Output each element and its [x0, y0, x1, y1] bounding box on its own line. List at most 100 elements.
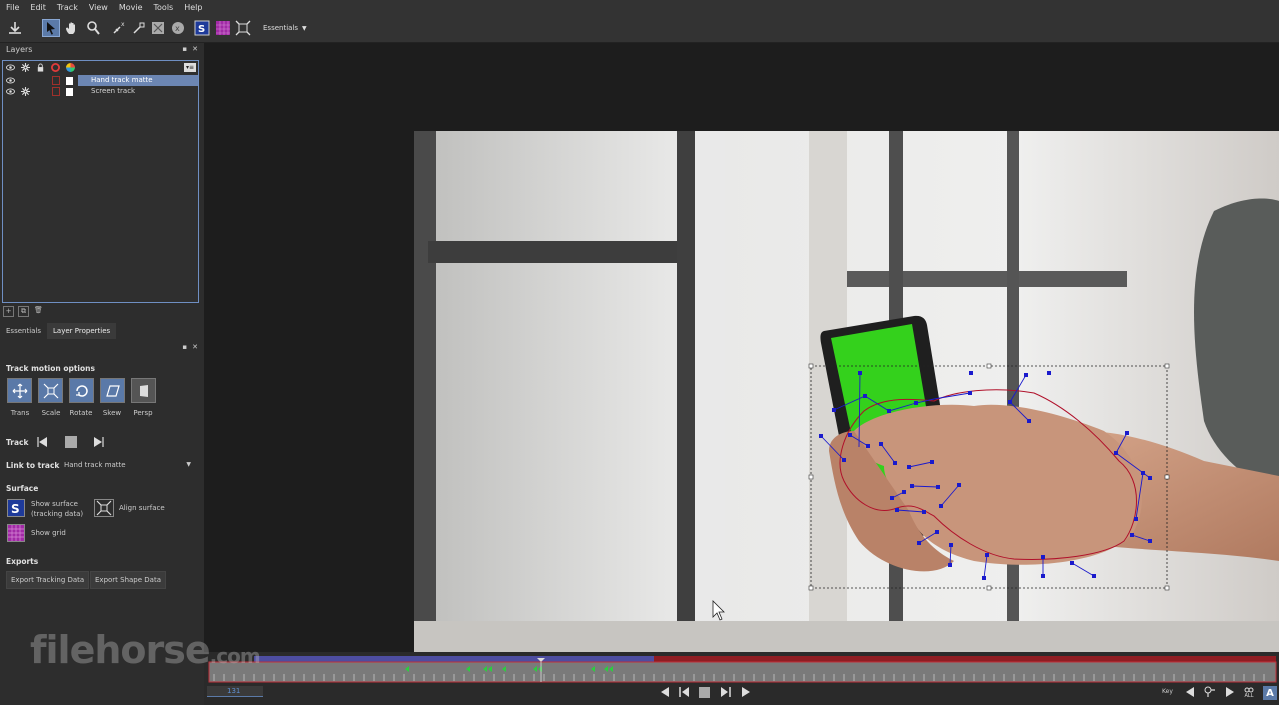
- step-forward-icon[interactable]: [720, 686, 732, 698]
- property-tabs: Essentials Layer Properties: [0, 323, 204, 339]
- all-keyframes-toggle[interactable]: ALL: [1243, 686, 1255, 700]
- x-spline-icon[interactable]: x: [169, 19, 187, 37]
- svg-text:S: S: [198, 24, 205, 35]
- link-to-track-value: Hand track matte: [64, 461, 126, 469]
- timeline-track[interactable]: [204, 654, 1279, 684]
- link-to-track-label: Link to track: [6, 461, 60, 470]
- eye-icon[interactable]: [6, 76, 15, 85]
- hand-icon[interactable]: [63, 19, 81, 37]
- viewer-canvas[interactable]: [204, 43, 1279, 652]
- timeline: 131 Key ALL A: [204, 652, 1279, 705]
- lock-icon[interactable]: [36, 63, 45, 72]
- menu-help[interactable]: Help: [184, 3, 202, 12]
- scale-label: Scale: [41, 409, 61, 417]
- workspace-dropdown[interactable]: Essentials ▼: [259, 21, 311, 35]
- layer-color-swatch[interactable]: [66, 87, 73, 96]
- tab-layer-properties[interactable]: Layer Properties: [47, 323, 117, 339]
- float-panel-icon[interactable]: ▪: [182, 45, 187, 53]
- step-back-icon[interactable]: [678, 686, 690, 698]
- duplicate-layer-icon[interactable]: ⧉: [18, 306, 29, 317]
- layer-color-swatch[interactable]: [66, 76, 73, 85]
- color-wheel-icon[interactable]: [66, 63, 75, 72]
- left-panel: Layers ▪ ✕ ▾≡ Hand track matte Screen tr…: [0, 43, 204, 705]
- stop-track-icon[interactable]: [65, 436, 77, 448]
- show-surface-line2: (tracking data): [31, 510, 84, 518]
- stop-icon[interactable]: [698, 686, 710, 698]
- tab-essentials[interactable]: Essentials: [0, 323, 47, 339]
- select-icon[interactable]: [42, 19, 60, 37]
- persp-button[interactable]: [131, 378, 156, 403]
- track-matte-icon[interactable]: [149, 19, 167, 37]
- float-panel-icon[interactable]: ▪: [182, 343, 187, 351]
- menu-movie[interactable]: Movie: [119, 3, 143, 12]
- show-grid-button[interactable]: [7, 524, 25, 542]
- close-icon[interactable]: ✕: [192, 45, 198, 53]
- gear-icon[interactable]: [21, 63, 30, 72]
- align-surface-icon[interactable]: [234, 19, 252, 37]
- show-surface-label: Show surface (tracking data): [31, 499, 83, 519]
- matte-swatch[interactable]: [52, 87, 60, 96]
- zoom-icon[interactable]: [84, 19, 102, 37]
- new-layer-icon[interactable]: +: [3, 306, 14, 317]
- watermark-logo: filehorse.com: [30, 628, 261, 672]
- save-icon[interactable]: [6, 19, 24, 37]
- scale-button[interactable]: [38, 378, 63, 403]
- show-surface-button[interactable]: S: [7, 499, 25, 517]
- chevron-down-icon: ▼: [186, 461, 191, 468]
- eye-icon[interactable]: [6, 87, 15, 96]
- skew-button[interactable]: [100, 378, 125, 403]
- gear-icon[interactable]: [21, 87, 30, 96]
- matte-swatch[interactable]: [52, 76, 60, 85]
- layer-row[interactable]: Screen track: [3, 86, 198, 97]
- menu-file[interactable]: File: [6, 3, 19, 12]
- play-icon[interactable]: [740, 686, 752, 698]
- translate-icon: [12, 383, 27, 398]
- align-surface-button[interactable]: [94, 499, 114, 517]
- grid-icon: [8, 525, 24, 541]
- svg-text:S: S: [11, 502, 20, 516]
- link-to-track-dropdown[interactable]: Hand track matte ▼: [61, 459, 194, 471]
- eye-icon[interactable]: [6, 63, 15, 72]
- align-surface-icon: [96, 500, 112, 516]
- export-tracking-data-button[interactable]: Export Tracking Data: [6, 571, 90, 589]
- layer-name: Hand track matte: [78, 75, 198, 86]
- layers-list: ▾≡ Hand track matte Screen track: [2, 60, 199, 303]
- surface-title: Surface: [6, 484, 39, 493]
- auto-key-toggle[interactable]: A: [1263, 686, 1277, 700]
- track-motion-title: Track motion options: [6, 364, 95, 373]
- rotate-label: Rotate: [69, 409, 93, 417]
- add-keyframe-icon[interactable]: [1204, 686, 1216, 698]
- persp-label: Persp: [133, 409, 153, 417]
- video-frame-image: [414, 131, 1279, 652]
- track-label: Track: [6, 438, 29, 447]
- menu-edit[interactable]: Edit: [30, 3, 46, 12]
- trans-button[interactable]: [7, 378, 32, 403]
- key-label: Key: [1162, 688, 1173, 695]
- track-backward-icon[interactable]: [37, 436, 49, 448]
- grid-icon[interactable]: [214, 19, 232, 37]
- delete-layer-icon[interactable]: 🗑: [33, 306, 44, 317]
- layer-menu-icon[interactable]: ▾≡: [184, 63, 196, 72]
- rotate-icon: [75, 384, 88, 397]
- menu-track[interactable]: Track: [57, 3, 78, 12]
- show-grid-label: Show grid: [31, 529, 66, 537]
- align-surface-label: Align surface: [119, 504, 165, 512]
- link-icon[interactable]: [130, 19, 148, 37]
- matte-color-icon[interactable]: [51, 63, 60, 72]
- next-keyframe-icon[interactable]: [1224, 686, 1236, 698]
- surface-icon: S: [11, 502, 20, 516]
- prev-keyframe-icon[interactable]: [1184, 686, 1196, 698]
- track-forward-icon[interactable]: [92, 436, 104, 448]
- current-frame-input[interactable]: 131: [207, 686, 263, 697]
- layer-row[interactable]: Hand track matte: [3, 75, 198, 86]
- attach-point-icon[interactable]: x: [110, 19, 128, 37]
- rotate-button[interactable]: [69, 378, 94, 403]
- surface-icon[interactable]: S: [193, 19, 211, 37]
- menu-tools[interactable]: Tools: [154, 3, 174, 12]
- video-frame[interactable]: [414, 131, 1279, 652]
- prev-key-icon[interactable]: [659, 686, 671, 698]
- perspective-icon: [139, 384, 148, 397]
- export-shape-data-button[interactable]: Export Shape Data: [90, 571, 166, 589]
- close-icon[interactable]: ✕: [192, 343, 198, 351]
- menu-view[interactable]: View: [89, 3, 108, 12]
